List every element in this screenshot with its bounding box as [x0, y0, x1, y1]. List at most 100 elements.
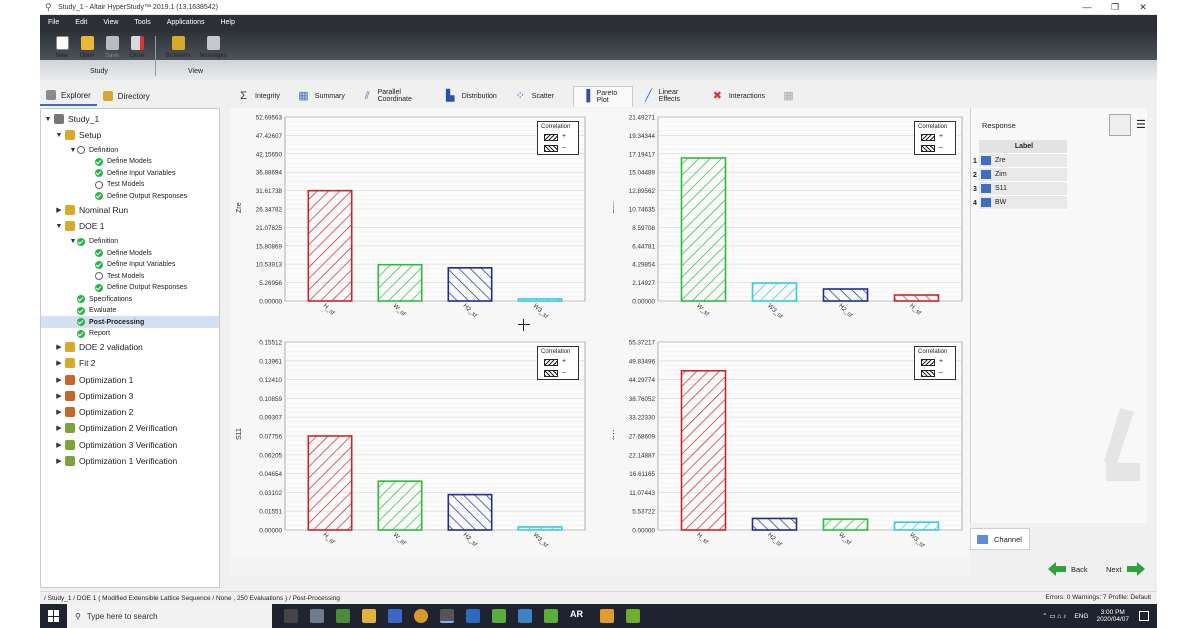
tree-node[interactable]: Define Input Variables — [87, 259, 175, 271]
menu-applications[interactable]: Applications — [159, 19, 213, 26]
tree-node[interactable]: Define Models — [87, 247, 152, 259]
bar-W_sf[interactable] — [377, 480, 423, 531]
bar-H_sf[interactable] — [680, 369, 727, 531]
response-cell[interactable]: Zre — [979, 154, 1067, 168]
tree-node[interactable]: ▶ Optimization 3 Verification — [55, 439, 177, 451]
close-study-button[interactable]: Close — [125, 36, 149, 59]
grid-view-button[interactable] — [1109, 114, 1131, 136]
response-cell[interactable]: BW — [979, 196, 1067, 210]
bar-H_sf[interactable] — [307, 435, 353, 531]
bar-W3_sf[interactable] — [517, 526, 563, 531]
tree-node[interactable]: ▶ Optimization 1 — [55, 374, 133, 386]
bar-H2_sf[interactable] — [447, 267, 493, 302]
expand-arrow-icon[interactable]: ▶ — [55, 206, 63, 214]
language-indicator[interactable]: ENG — [1074, 613, 1088, 620]
app-taskbar-icon[interactable] — [544, 609, 558, 623]
hyperstudy-taskbar-icon[interactable] — [440, 609, 454, 623]
expand-arrow-icon[interactable]: ▶ — [55, 359, 63, 367]
bar-H2_sf[interactable] — [822, 288, 869, 302]
tab-distribution[interactable]: ▙ Distribution — [437, 86, 504, 107]
taskbar-search[interactable]: ⚲ Type here to search — [67, 604, 272, 628]
expand-arrow-icon[interactable]: ▶ — [55, 441, 63, 449]
bar-H2_sf[interactable] — [447, 493, 493, 531]
menu-file[interactable]: File — [40, 19, 67, 26]
app-taskbar-icon[interactable] — [310, 609, 324, 623]
app-taskbar-icon[interactable] — [626, 609, 640, 623]
tray-icons[interactable]: ⌃ ▭ ⌂ ♪ — [1042, 612, 1066, 620]
bar-W_sf[interactable] — [377, 263, 423, 302]
notifications-icon[interactable] — [1139, 611, 1149, 621]
tree-node[interactable]: Define Input Variables — [87, 167, 175, 179]
tab-explorer[interactable]: Explorer — [40, 86, 97, 106]
bar-H_sf[interactable] — [893, 294, 940, 302]
expand-arrow-icon[interactable]: ▼ — [69, 147, 77, 154]
app-taskbar-icon[interactable] — [466, 609, 480, 623]
tree-node[interactable]: ▶ Optimization 2 Verification — [55, 422, 177, 434]
response-cell[interactable]: S11 — [979, 182, 1067, 196]
tab-integrity[interactable]: Σ Integrity — [230, 86, 287, 107]
tree-node[interactable]: ▼ Definition — [69, 144, 118, 156]
response-row[interactable]: 1 Zre — [971, 154, 1067, 168]
expand-arrow-icon[interactable]: ▶ — [55, 376, 63, 384]
task-view-icon[interactable] — [284, 609, 298, 623]
tree-node[interactable]: ▼ Definition — [69, 236, 118, 248]
tree-node[interactable]: Test Models — [87, 179, 144, 191]
tree-node[interactable]: ▶ Fit 2 — [55, 357, 96, 369]
tree-node[interactable]: Report — [69, 328, 110, 340]
app-taskbar-icon[interactable] — [600, 609, 614, 623]
close-button[interactable]: ✕ — [1129, 0, 1157, 15]
new-button[interactable]: New — [50, 36, 74, 59]
tab-interactions[interactable]: ✖ Interactions — [704, 86, 772, 107]
menu-edit[interactable]: Edit — [67, 19, 95, 26]
expand-arrow-icon[interactable]: ▶ — [55, 457, 63, 465]
app-taskbar-icon[interactable] — [336, 609, 350, 623]
expand-arrow-icon[interactable]: ▼ — [55, 223, 63, 230]
tree-node[interactable]: Define Output Responses — [87, 282, 187, 294]
next-button[interactable]: Next — [1106, 562, 1146, 576]
expand-arrow-icon[interactable]: ▶ — [55, 408, 63, 416]
label-column-header[interactable]: Label — [979, 140, 1067, 154]
response-row[interactable]: 2 Zim — [971, 168, 1067, 182]
bar-H2_sf[interactable] — [751, 517, 798, 531]
menu-tools[interactable]: Tools — [126, 19, 158, 26]
tab-scatter[interactable]: ⁘ Scatter — [507, 86, 561, 107]
tree-node[interactable]: ▶ Optimization 2 — [55, 406, 133, 418]
tree-node[interactable]: ▶ Optimization 3 — [55, 390, 133, 402]
list-menu-icon[interactable]: ☰ — [1136, 118, 1146, 131]
tab-linear-effects[interactable]: ╱ Linear Effects — [636, 86, 701, 107]
file-explorer-icon[interactable] — [362, 609, 376, 623]
minimize-button[interactable]: — — [1073, 0, 1101, 15]
tab-pareto-plot[interactable]: ▐ Pareto Plot — [572, 85, 634, 107]
bar-H_sf[interactable] — [307, 189, 353, 302]
back-button[interactable]: Back — [1048, 562, 1088, 576]
app-taskbar-icon[interactable] — [388, 609, 402, 623]
tab-parallel-coordinate[interactable]: ⫽ Parallel Coordinate — [355, 86, 434, 107]
tree-node[interactable]: Define Output Responses — [87, 190, 187, 202]
tree-node[interactable]: Test Models — [87, 270, 144, 282]
tree-node[interactable]: ▼ Setup — [55, 129, 101, 141]
menu-view[interactable]: View — [95, 19, 126, 26]
clock[interactable]: 3:00 PM 2020/04/07 — [1096, 609, 1129, 623]
tree-node[interactable]: ▼ DOE 1 — [55, 220, 105, 232]
tree-node[interactable]: Post-Processing — [41, 316, 219, 328]
windows-start-icon[interactable] — [48, 610, 60, 622]
menu-help[interactable]: Help — [212, 19, 242, 26]
response-row[interactable]: 3 S11 — [971, 182, 1067, 196]
open-button[interactable]: Open — [75, 36, 99, 59]
response-cell[interactable]: Zim — [979, 168, 1067, 182]
bar-W_sf[interactable] — [822, 518, 869, 531]
expand-arrow-icon[interactable]: ▼ — [55, 132, 63, 139]
app-taskbar-icon[interactable] — [492, 609, 506, 623]
ar-taskbar-icon[interactable]: AR — [570, 609, 588, 623]
bar-W3_sf[interactable] — [517, 298, 563, 302]
tree-node[interactable]: ▶ Nominal Run — [55, 204, 128, 216]
tab-directory[interactable]: Directory — [97, 86, 156, 106]
bar-W3_sf[interactable] — [751, 282, 798, 302]
channel-tab[interactable]: Channel — [970, 528, 1030, 550]
tree-node[interactable]: Define Models — [87, 156, 152, 168]
bar-W_sf[interactable] — [680, 157, 727, 302]
tab-grid[interactable]: ▦ — [775, 86, 807, 107]
tree-node[interactable]: ▼ Study_1 — [44, 113, 99, 125]
browsers-button[interactable]: Browsers — [164, 36, 192, 59]
expand-arrow-icon[interactable]: ▼ — [44, 116, 52, 123]
